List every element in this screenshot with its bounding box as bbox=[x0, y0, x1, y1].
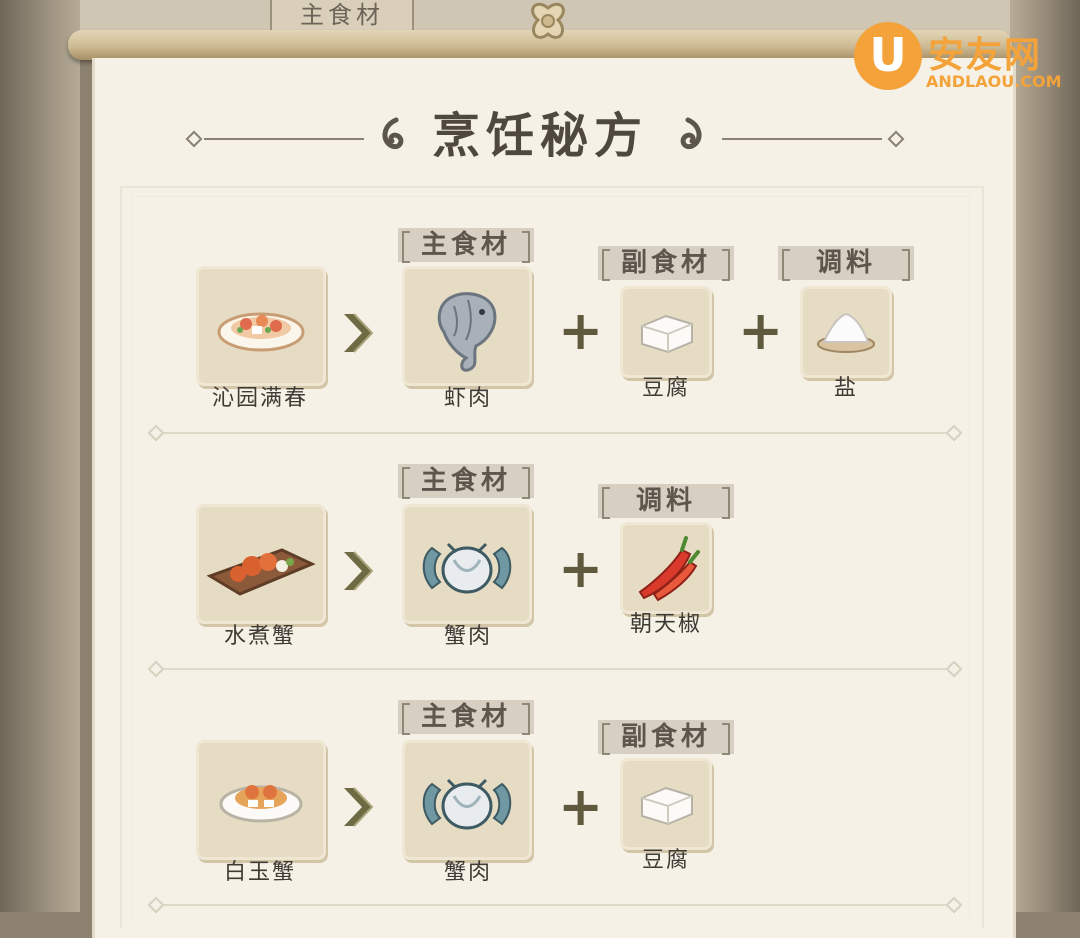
seasoning-name: 盐 bbox=[833, 376, 858, 401]
side-ingredient-card[interactable] bbox=[620, 758, 712, 850]
tofu-icon bbox=[641, 314, 693, 354]
dish-name: 水煮蟹 bbox=[223, 624, 296, 649]
dish-card[interactable] bbox=[196, 740, 326, 860]
row-divider bbox=[147, 424, 963, 442]
main-ingredient-tag: 主食材 bbox=[398, 464, 534, 499]
side-ingredient-name: 豆腐 bbox=[641, 848, 690, 873]
chili-pepper-icon bbox=[638, 536, 700, 602]
main-ingredient-card[interactable] bbox=[402, 504, 532, 624]
plus-icon: + bbox=[558, 774, 604, 838]
seasoning-tag: 调料 bbox=[778, 246, 914, 281]
title-rule-right bbox=[722, 138, 882, 140]
watermark-name: 安友网 bbox=[928, 34, 1043, 76]
seasoning-name: 朝天椒 bbox=[629, 612, 702, 637]
seasoning-card[interactable] bbox=[620, 522, 712, 614]
arrow-right-icon bbox=[344, 787, 374, 827]
plus-icon: + bbox=[738, 298, 784, 362]
main-ingredient-tag: 主食材 bbox=[398, 228, 534, 263]
side-ingredient-name: 豆腐 bbox=[641, 376, 690, 401]
main-ingredient-card[interactable] bbox=[402, 740, 532, 860]
main-ingredient-name: 蟹肉 bbox=[443, 860, 492, 885]
knot-icon bbox=[531, 2, 565, 39]
tofu-icon bbox=[641, 786, 693, 826]
main-ingredient-card[interactable] bbox=[402, 266, 532, 386]
main-ingredient-tag: 主食材 bbox=[398, 700, 534, 735]
watermark-logo-icon: U bbox=[854, 22, 922, 90]
crab-icon bbox=[422, 542, 512, 594]
row-divider bbox=[147, 660, 963, 678]
dish-card[interactable] bbox=[196, 504, 326, 624]
arrow-right-icon bbox=[344, 551, 374, 591]
watermark: U 安友网 ANDLAOU.COM bbox=[850, 18, 1070, 98]
crab-board-icon bbox=[206, 548, 316, 596]
arrow-right-icon bbox=[344, 313, 374, 353]
plus-icon: + bbox=[558, 536, 604, 600]
page-title: 烹饪秘方 bbox=[431, 108, 648, 164]
swirl-right-icon bbox=[680, 117, 702, 150]
salt-icon bbox=[817, 312, 875, 353]
background-right bbox=[1010, 0, 1080, 912]
side-ingredient-tag: 副食材 bbox=[598, 246, 734, 281]
seasoning-card[interactable] bbox=[800, 286, 892, 378]
dish-plate-icon bbox=[217, 312, 305, 352]
swirl-left-icon bbox=[382, 117, 404, 150]
dish-name: 沁园满春 bbox=[211, 386, 308, 411]
title-rule-left bbox=[204, 138, 364, 140]
main-ingredient-name: 蟹肉 bbox=[443, 624, 492, 649]
dish-name: 白玉蟹 bbox=[223, 860, 296, 885]
watermark-domain: ANDLAOU.COM bbox=[926, 72, 1062, 91]
plus-icon: + bbox=[558, 298, 604, 362]
crab-plate-icon bbox=[219, 785, 303, 823]
main-ingredient-name: 虾肉 bbox=[443, 386, 492, 411]
seasoning-tag: 调料 bbox=[598, 484, 734, 519]
crab-icon bbox=[422, 778, 512, 830]
shrimp-icon bbox=[437, 292, 497, 372]
dish-card[interactable] bbox=[196, 266, 326, 386]
side-ingredient-card[interactable] bbox=[620, 286, 712, 378]
background-left bbox=[0, 0, 80, 912]
side-ingredient-tag: 副食材 bbox=[598, 720, 734, 755]
row-divider bbox=[147, 896, 963, 914]
